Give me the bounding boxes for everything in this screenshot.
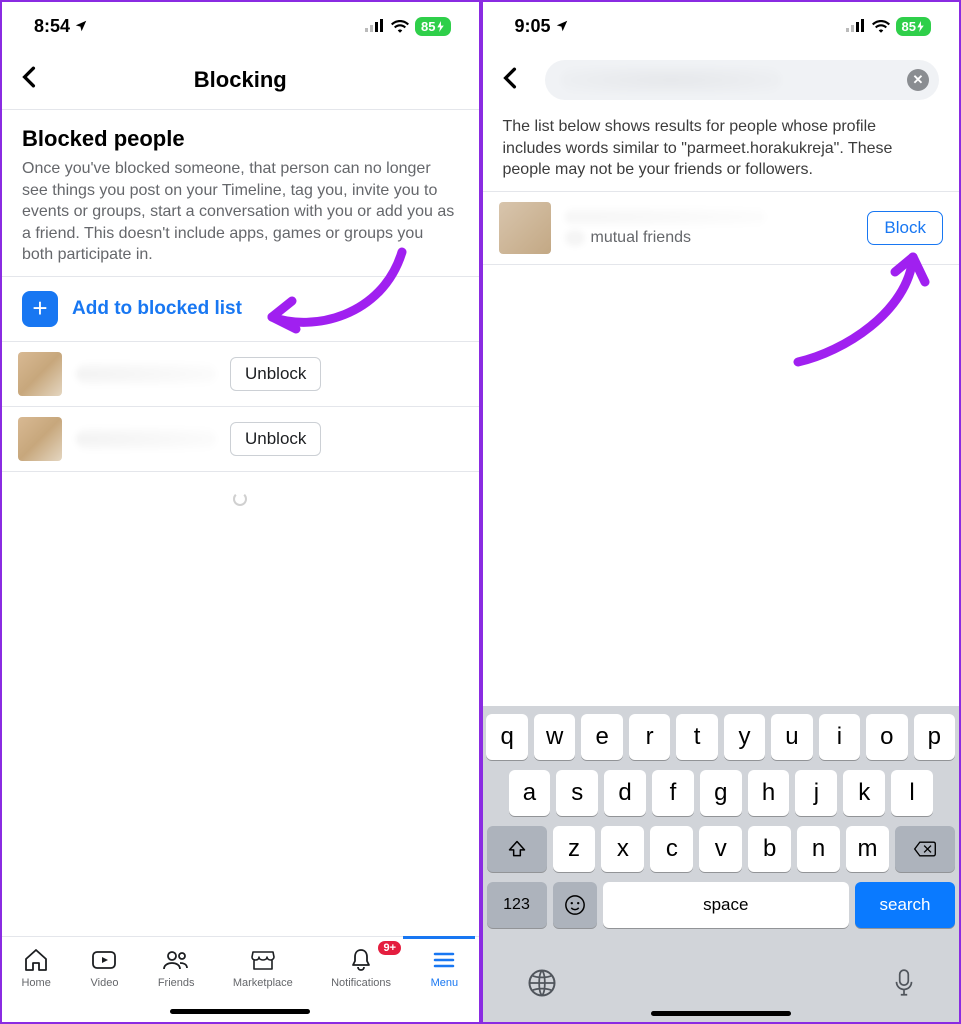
- cell-signal-icon: [365, 19, 385, 33]
- location-arrow-icon: [555, 19, 569, 33]
- shift-key[interactable]: [487, 826, 547, 872]
- key-f[interactable]: f: [652, 770, 694, 816]
- key-t[interactable]: t: [676, 714, 717, 760]
- tab-home[interactable]: Home: [21, 947, 51, 989]
- friends-icon: [161, 947, 191, 973]
- keyboard[interactable]: qwertyuiop asdfghjkl zxcvbnm 123 space s…: [483, 706, 960, 1022]
- key-x[interactable]: x: [601, 826, 644, 872]
- blocked-user-row: Unblock: [2, 342, 479, 407]
- key-l[interactable]: l: [891, 770, 933, 816]
- battery-icon: 85: [415, 17, 450, 36]
- unblock-button[interactable]: Unblock: [230, 422, 321, 456]
- blurred-name: [76, 363, 216, 385]
- key-d[interactable]: d: [604, 770, 646, 816]
- backspace-key[interactable]: [895, 826, 955, 872]
- clear-icon[interactable]: ✕: [907, 69, 929, 91]
- page-title: Blocking: [22, 67, 459, 93]
- search-key[interactable]: search: [855, 882, 955, 928]
- blurred-name: [76, 428, 216, 450]
- key-o[interactable]: o: [866, 714, 907, 760]
- key-b[interactable]: b: [748, 826, 791, 872]
- tab-video[interactable]: Video: [89, 947, 119, 989]
- wifi-icon: [391, 19, 409, 33]
- globe-icon[interactable]: [527, 968, 557, 998]
- key-v[interactable]: v: [699, 826, 742, 872]
- key-g[interactable]: g: [700, 770, 742, 816]
- status-time: 8:54: [34, 16, 70, 37]
- tab-friends[interactable]: Friends: [158, 947, 195, 989]
- add-to-blocked-label: Add to blocked list: [72, 298, 242, 320]
- mutual-friends-text: mutual friends: [565, 229, 854, 247]
- tab-notifications[interactable]: 9+ Notifications: [331, 947, 391, 989]
- avatar: [499, 202, 551, 254]
- avatar: [18, 417, 62, 461]
- left-phone: 8:54 85 Blocking Blocked people Once you…: [2, 2, 479, 1022]
- avatar: [18, 352, 62, 396]
- key-y[interactable]: y: [724, 714, 765, 760]
- status-bar: 8:54 85: [2, 2, 479, 50]
- blurred-name: [565, 208, 765, 226]
- key-k[interactable]: k: [843, 770, 885, 816]
- tab-menu[interactable]: Menu: [429, 947, 459, 989]
- add-to-blocked-row[interactable]: + Add to blocked list: [2, 277, 479, 342]
- marketplace-icon: [248, 947, 278, 973]
- mic-icon[interactable]: [893, 968, 915, 998]
- right-phone: 9:05 85 ✕ The list below shows results f…: [479, 2, 960, 1022]
- location-arrow-icon: [74, 19, 88, 33]
- nav-header: Blocking: [2, 50, 479, 110]
- section-desc: Once you've blocked someone, that person…: [22, 158, 459, 266]
- key-w[interactable]: w: [534, 714, 575, 760]
- key-e[interactable]: e: [581, 714, 622, 760]
- space-key[interactable]: space: [603, 882, 850, 928]
- search-input[interactable]: ✕: [545, 60, 940, 100]
- home-indicator: [651, 1011, 791, 1016]
- key-r[interactable]: r: [629, 714, 670, 760]
- key-z[interactable]: z: [553, 826, 596, 872]
- cell-signal-icon: [846, 19, 866, 33]
- notification-badge: 9+: [378, 941, 401, 955]
- tab-bar: Home Video Friends Marketplace 9+ Notifi…: [2, 936, 479, 1022]
- loading-spinner-icon: [233, 492, 247, 506]
- back-button[interactable]: [503, 65, 533, 96]
- key-m[interactable]: m: [846, 826, 889, 872]
- key-n[interactable]: n: [797, 826, 840, 872]
- emoji-key[interactable]: [553, 882, 597, 928]
- status-bar: 9:05 85: [483, 2, 960, 50]
- blocked-user-row: Unblock: [2, 407, 479, 472]
- key-h[interactable]: h: [748, 770, 790, 816]
- tab-marketplace[interactable]: Marketplace: [233, 947, 293, 989]
- section-title: Blocked people: [22, 126, 459, 152]
- search-info: The list below shows results for people …: [483, 110, 960, 192]
- blocked-people-section: Blocked people Once you've blocked someo…: [2, 110, 479, 277]
- battery-icon: 85: [896, 17, 931, 36]
- key-p[interactable]: p: [914, 714, 955, 760]
- key-a[interactable]: a: [509, 770, 551, 816]
- block-button[interactable]: Block: [867, 211, 943, 245]
- nav-header: ✕: [483, 50, 960, 110]
- menu-icon: [429, 947, 459, 973]
- plus-icon: +: [22, 291, 58, 327]
- key-c[interactable]: c: [650, 826, 693, 872]
- key-j[interactable]: j: [795, 770, 837, 816]
- home-indicator: [170, 1009, 310, 1014]
- numbers-key[interactable]: 123: [487, 882, 547, 928]
- key-u[interactable]: u: [771, 714, 812, 760]
- key-s[interactable]: s: [556, 770, 598, 816]
- unblock-button[interactable]: Unblock: [230, 357, 321, 391]
- bell-icon: [346, 947, 376, 973]
- search-result-row: mutual friends Block: [483, 192, 960, 265]
- video-icon: [89, 947, 119, 973]
- search-info-text: The list below shows results for people …: [503, 116, 940, 181]
- key-i[interactable]: i: [819, 714, 860, 760]
- home-icon: [21, 947, 51, 973]
- key-q[interactable]: q: [486, 714, 527, 760]
- status-time: 9:05: [515, 16, 551, 37]
- wifi-icon: [872, 19, 890, 33]
